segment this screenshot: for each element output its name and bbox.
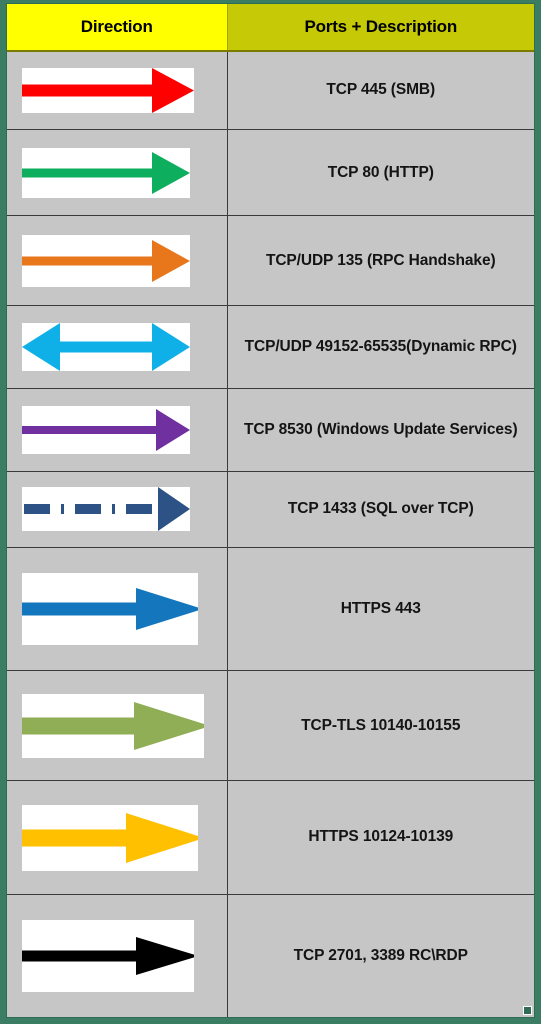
cell-direction [7,215,228,307]
cell-direction [7,51,228,131]
amber-right-arrow[interactable] [22,804,198,871]
cell-direction [7,388,228,472]
cell-ports-description: TCP 2701, 3389 RC\RDP [227,894,534,1017]
cell-ports-description: TCP 8530 (Windows Update Services) [227,388,534,472]
table-row: TCP 8530 (Windows Update Services) [7,388,534,472]
table-row: TCP/UDP 135 (RPC Handshake) [7,215,534,307]
cell-ports-description: HTTPS 10124-10139 [227,780,534,895]
cell-ports-description: HTTPS 443 [227,547,534,672]
table-row: HTTPS 10124-10139 [7,780,534,895]
blue-right-arrow[interactable] [22,573,198,646]
table-body: TCP 445 (SMB) TCP 80 (HTTP) TCP/UDP 135 (R… [7,51,534,1017]
cell-ports-description: TCP/UDP 49152-65535(Dynamic RPC) [227,305,534,389]
navy-dash-dot-arrow[interactable] [22,487,190,532]
purple-right-arrow[interactable] [22,405,190,454]
table-row: TCP 1433 (SQL over TCP) [7,471,534,548]
table-row: TCP 80 (HTTP) [7,129,534,217]
olive-green-right-arrow[interactable] [22,693,204,758]
direction-ports-table: Direction Ports + Description TCP 445 (S… [7,4,534,1017]
table-row: HTTPS 443 [7,547,534,672]
orange-right-arrow[interactable] [22,234,190,287]
table-header: Direction Ports + Description [7,4,534,52]
header-row: Direction Ports + Description [7,4,534,52]
table-row: TCP 445 (SMB) [7,51,534,131]
table-row: TCP-TLS 10140-10155 [7,670,534,782]
table-row: TCP 2701, 3389 RC\RDP [7,894,534,1017]
flow-table-container: Direction Ports + Description TCP 445 (S… [6,3,535,1018]
cell-direction [7,129,228,217]
cell-direction [7,670,228,782]
cell-direction [7,305,228,389]
cell-ports-description: TCP 80 (HTTP) [227,129,534,217]
black-right-arrow[interactable] [22,919,194,992]
column-header-ports-description: Ports + Description [227,4,534,52]
cyan-double-arrow[interactable] [22,323,190,372]
cell-ports-description: TCP 445 (SMB) [227,51,534,131]
red-right-arrow[interactable] [22,68,194,114]
resize-handle[interactable] [523,1006,532,1015]
green-right-arrow[interactable] [22,147,190,198]
cell-direction [7,471,228,548]
cell-ports-description: TCP 1433 (SQL over TCP) [227,471,534,548]
cell-direction [7,894,228,1017]
slide-selection-frame: Direction Ports + Description TCP 445 (S… [0,0,541,1024]
cell-direction [7,780,228,895]
column-header-direction: Direction [7,4,228,52]
table-row: TCP/UDP 49152-65535(Dynamic RPC) [7,305,534,389]
cell-direction [7,547,228,672]
cell-ports-description: TCP/UDP 135 (RPC Handshake) [227,215,534,307]
cell-ports-description: TCP-TLS 10140-10155 [227,670,534,782]
